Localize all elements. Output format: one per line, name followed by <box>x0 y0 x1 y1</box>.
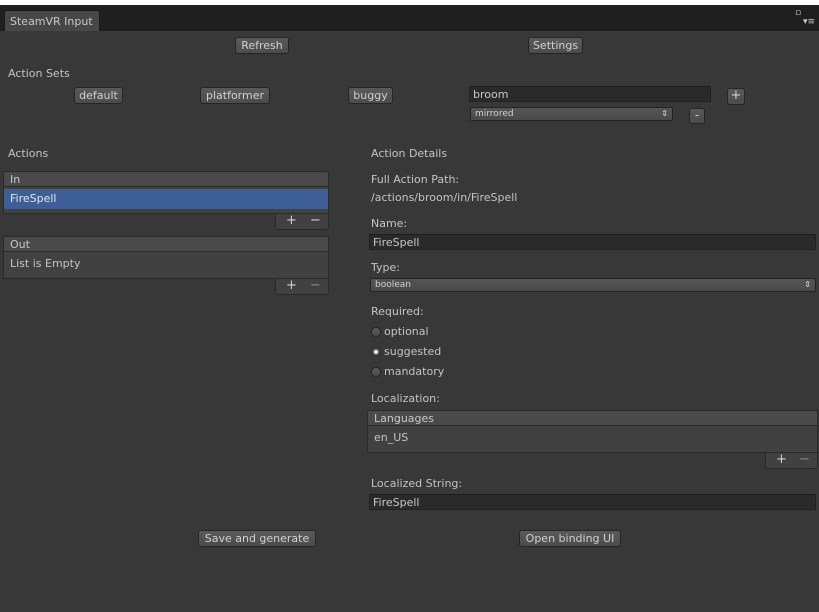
radio-optional-label: optional <box>384 325 429 338</box>
action-set-name-field[interactable]: broom <box>469 86 711 102</box>
radio-mandatory[interactable] <box>371 367 381 377</box>
languages-list: en_US <box>367 426 818 453</box>
out-remove-button[interactable]: − <box>310 279 321 293</box>
radio-optional[interactable] <box>371 327 381 337</box>
open-binding-ui-button[interactable]: Open binding UI <box>519 530 621 547</box>
tab-steamvr-input[interactable]: SteamVR Input <box>4 10 100 31</box>
language-add-button[interactable]: + <box>776 453 787 467</box>
save-and-generate-button[interactable]: Save and generate <box>198 530 316 547</box>
type-label: Type: <box>371 261 400 274</box>
menu-icon[interactable]: ▾≡ <box>803 18 815 27</box>
in-remove-button[interactable]: − <box>310 214 321 228</box>
tab-title: SteamVR Input <box>10 15 93 28</box>
action-set-buggy-button[interactable]: buggy <box>348 87 393 104</box>
in-list-footer: + − <box>275 214 329 230</box>
settings-button[interactable]: Settings <box>528 37 583 54</box>
out-list-header: Out <box>3 236 329 252</box>
full-path-value: /actions/broom/in/FireSpell <box>371 191 518 204</box>
in-list-header: In <box>3 171 329 187</box>
name-label: Name: <box>371 217 408 230</box>
maximize-icon[interactable]: ▫ <box>795 9 801 18</box>
add-action-set-button[interactable]: + <box>727 88 745 105</box>
localized-string-label: Localized String: <box>371 477 463 490</box>
type-dropdown[interactable]: boolean ⇕ <box>370 278 816 292</box>
localization-label: Localization: <box>371 392 440 405</box>
type-dropdown-value: boolean <box>375 280 411 290</box>
list-item[interactable]: en_US <box>368 428 817 448</box>
required-label: Required: <box>371 305 424 318</box>
usage-dropdown-value: mirrored <box>475 109 514 119</box>
refresh-button[interactable]: Refresh <box>235 37 289 54</box>
actions-heading: Actions <box>8 147 49 160</box>
action-details-heading: Action Details <box>371 147 448 160</box>
radio-suggested-label: suggested <box>384 345 442 358</box>
language-remove-button[interactable]: − <box>799 453 810 467</box>
action-name-field[interactable]: FireSpell <box>369 234 816 250</box>
remove-action-set-button[interactable]: - <box>689 108 705 124</box>
tab-bar: SteamVR Input ▫ ▾≡ <box>0 5 819 32</box>
list-item[interactable]: FireSpell <box>4 189 328 209</box>
empty-list-text: List is Empty <box>10 257 81 270</box>
full-path-label: Full Action Path: <box>371 173 460 186</box>
action-sets-heading: Action Sets <box>8 67 70 80</box>
action-set-platformer-button[interactable]: platformer <box>200 87 270 104</box>
action-set-default-button[interactable]: default <box>74 87 123 104</box>
out-list-footer: + − <box>275 279 329 295</box>
languages-header: Languages <box>367 410 818 426</box>
editor-panel: Refresh Settings Action Sets default pla… <box>0 31 819 612</box>
in-list: FireSpell <box>3 187 329 214</box>
localized-string-field[interactable]: FireSpell <box>369 494 816 510</box>
radio-suggested[interactable] <box>371 347 381 357</box>
languages-footer: + − <box>765 453 818 469</box>
out-list: List is Empty <box>3 252 329 279</box>
dropdown-arrow-icon: ⇕ <box>661 109 668 118</box>
dropdown-arrow-icon: ⇕ <box>804 280 811 289</box>
usage-dropdown[interactable]: mirrored ⇕ <box>470 107 673 121</box>
in-add-button[interactable]: + <box>286 214 297 228</box>
out-add-button[interactable]: + <box>286 279 297 293</box>
radio-mandatory-label: mandatory <box>384 365 445 378</box>
